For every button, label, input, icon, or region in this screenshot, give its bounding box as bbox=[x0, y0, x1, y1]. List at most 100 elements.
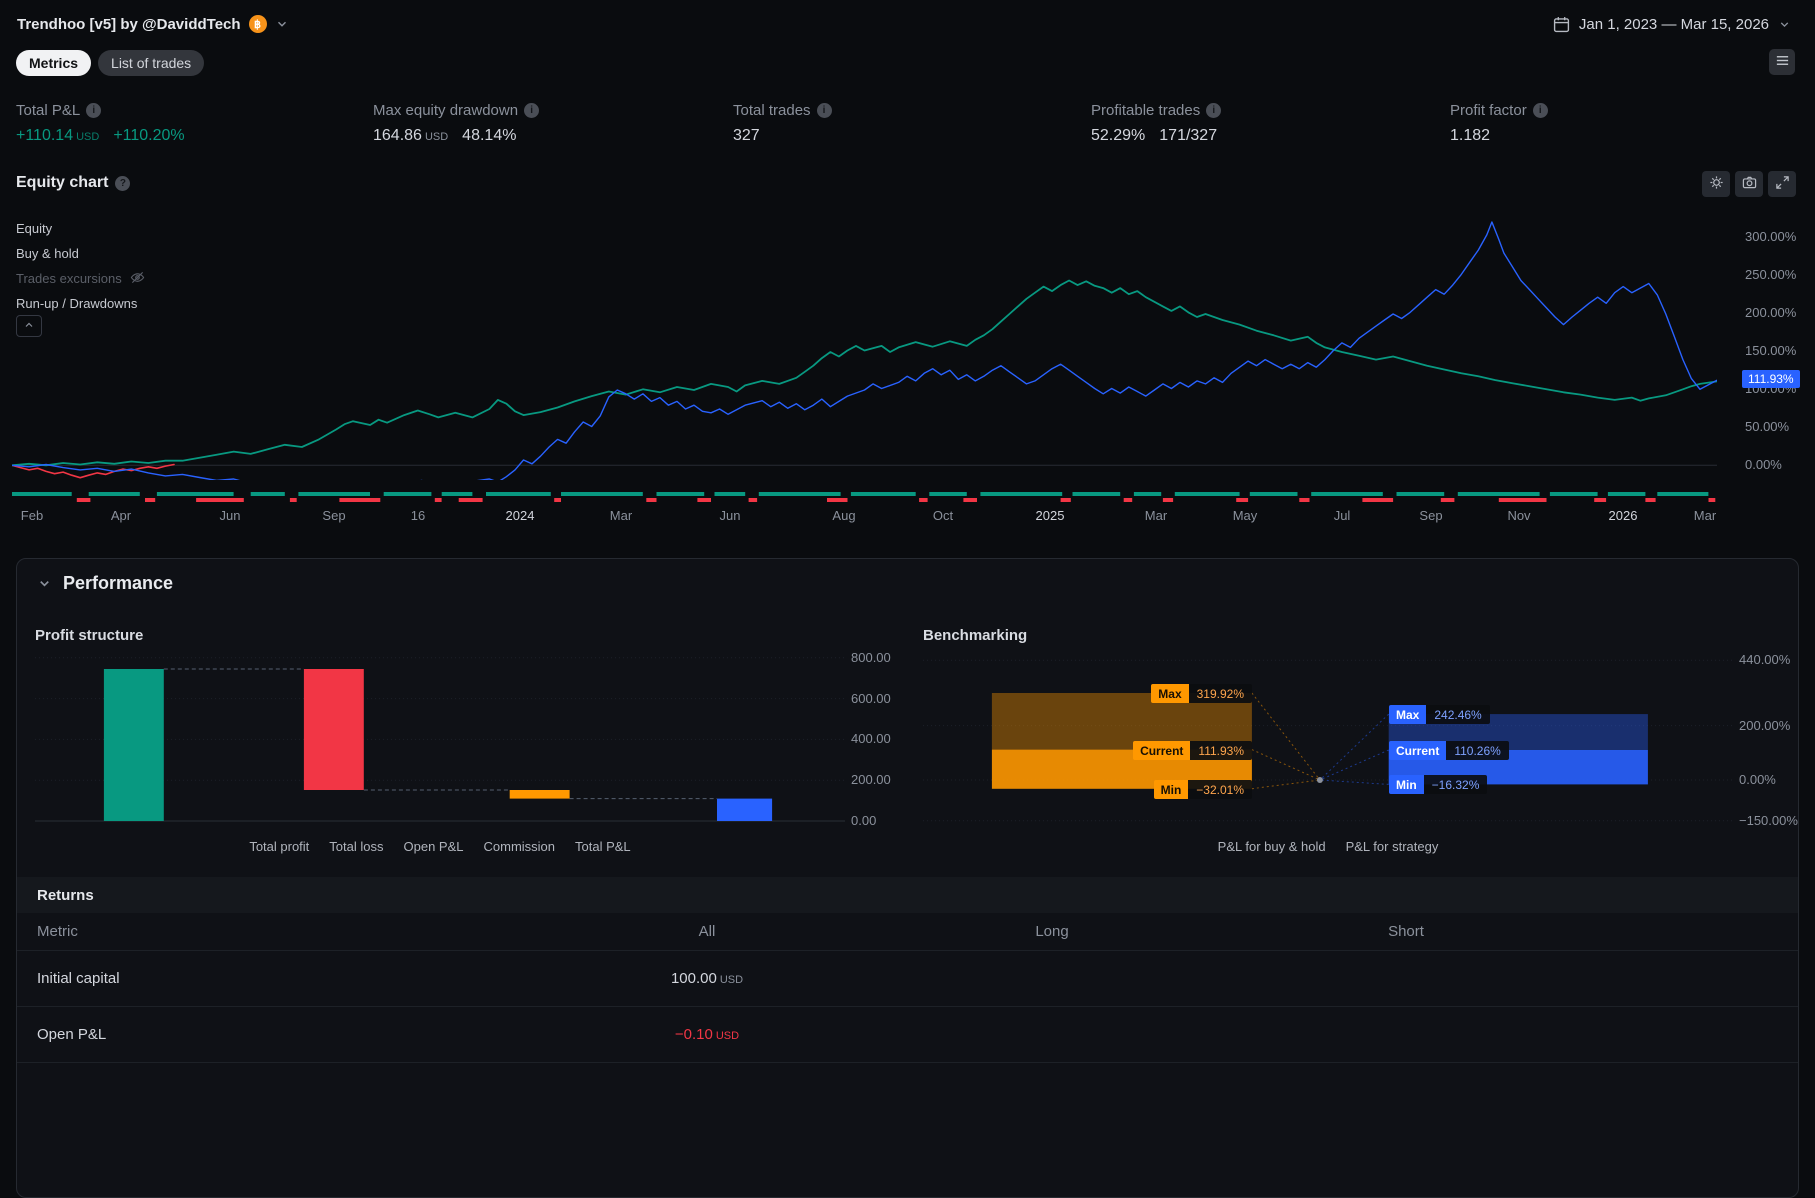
y-axis-tick: 600.00 bbox=[851, 691, 891, 706]
range-box-lower bbox=[991, 749, 1252, 789]
y-axis-tick: 150.00% bbox=[1745, 343, 1797, 358]
profit-structure-canvas bbox=[35, 657, 845, 822]
drawdown-bar bbox=[1498, 498, 1547, 502]
drawdown-bar bbox=[289, 498, 297, 502]
equity-y-axis: 300.00% 250.00% 200.00% 150.00% 100.00% 50.00… bbox=[1745, 170, 1811, 560]
help-icon[interactable]: ? bbox=[115, 175, 131, 191]
y-axis-tick: 200.00% bbox=[1745, 305, 1797, 320]
performance-header[interactable]: Performance bbox=[37, 573, 173, 594]
legend-buy-and-hold[interactable]: Buy & hold bbox=[16, 241, 145, 266]
y-axis-tick: 0.00% bbox=[1739, 772, 1776, 787]
info-icon[interactable]: i bbox=[816, 103, 832, 118]
row-metric-name: Initial capital bbox=[37, 970, 120, 987]
y-axis-tick: 440.00% bbox=[1739, 652, 1791, 667]
x-axis-tick: 16 bbox=[410, 508, 426, 523]
table-row: Initial capital 100.00 USD bbox=[17, 951, 1798, 1007]
strategy-tester-page: Trendhoo [v5] by @DaviddTech ฿ Jan 1, 20… bbox=[0, 0, 1815, 1198]
runup-bar bbox=[1072, 492, 1121, 496]
x-axis-tick: Nov bbox=[1507, 508, 1531, 523]
converge-dot bbox=[1316, 777, 1323, 783]
legend-runup-drawdowns[interactable]: Run-up / Drawdowns bbox=[16, 291, 145, 316]
info-icon[interactable]: i bbox=[1206, 103, 1222, 118]
calendar-icon bbox=[1553, 16, 1570, 33]
info-icon[interactable]: i bbox=[86, 103, 102, 118]
x-axis-tick: Sep bbox=[322, 508, 346, 523]
x-axis-tick: 2025 bbox=[1035, 508, 1065, 523]
x-axis-tick: May bbox=[1232, 508, 1258, 523]
view-tabs: Metrics List of trades bbox=[16, 50, 205, 76]
projection-line bbox=[1251, 779, 1320, 790]
x-axis-tick: Mar bbox=[609, 508, 633, 523]
drawdown-bar bbox=[963, 498, 977, 502]
benchmarking-legend: P&L for buy & hold P&L for strategy bbox=[923, 839, 1733, 854]
benchmarking-canvas bbox=[923, 659, 1733, 822]
runup-bar bbox=[929, 492, 967, 496]
legend-trades-excursions[interactable]: Trades excursions bbox=[16, 266, 145, 291]
drawdown-bar bbox=[1440, 498, 1455, 502]
waterfall-bar bbox=[509, 790, 570, 799]
table-row: Open P&L −0.10 USD bbox=[17, 1007, 1798, 1063]
runup-bar bbox=[250, 492, 285, 496]
bitcoin-icon: ฿ bbox=[248, 15, 267, 33]
y-axis-tick: 400.00 bbox=[851, 731, 891, 746]
metric-unit: USD bbox=[424, 131, 449, 143]
equity-chart-canvas[interactable] bbox=[12, 215, 1717, 480]
column-metric: Metric bbox=[37, 923, 78, 940]
metric-value: 52.29% bbox=[1091, 127, 1146, 144]
column-short: Short bbox=[1388, 923, 1424, 940]
column-all: All bbox=[698, 923, 716, 940]
x-axis-tick: Apr bbox=[110, 508, 132, 523]
drawdown-bar bbox=[76, 498, 91, 502]
performance-panel: Performance Profit structure 800.00 600.0… bbox=[16, 558, 1799, 1198]
drawdown-bar bbox=[145, 498, 156, 502]
runup-bar bbox=[12, 492, 72, 496]
x-axis-tick: 2026 bbox=[1608, 508, 1638, 523]
info-icon[interactable]: i bbox=[1532, 103, 1548, 118]
y-axis-tick: 50.00% bbox=[1745, 419, 1790, 434]
strategy-selector[interactable]: Trendhoo [v5] by @DaviddTech ฿ bbox=[17, 15, 289, 33]
metric-extra: 171/327 bbox=[1159, 127, 1218, 144]
drawdown-bar bbox=[196, 498, 244, 502]
drawdown-bar bbox=[1236, 498, 1249, 502]
chevron-down-icon[interactable] bbox=[275, 17, 289, 31]
equity-chart-section: Equity chart ? Equity Buy & hold Trades … bbox=[0, 170, 1815, 560]
legend-item: Total profit bbox=[249, 839, 310, 854]
legend-item: Total P&L bbox=[575, 839, 631, 854]
row-metric-name: Open P&L bbox=[37, 1026, 107, 1043]
metric-total-pnl: Total P&L i +110.14 USD +110.20% bbox=[16, 102, 185, 145]
returns-header: Returns bbox=[17, 877, 1798, 913]
drawdown-bar bbox=[827, 498, 848, 502]
info-icon[interactable]: i bbox=[524, 103, 540, 118]
metric-profit-factor: Profit factor i 1.182 bbox=[1450, 102, 1548, 145]
metric-total-trades: Total trades i 327 bbox=[733, 102, 832, 145]
metric-label: Total trades bbox=[733, 102, 811, 119]
tab-list-of-trades[interactable]: List of trades bbox=[98, 50, 205, 76]
legend-equity[interactable]: Equity bbox=[16, 216, 145, 241]
y-axis-tick: 250.00% bbox=[1745, 267, 1797, 282]
projection-line bbox=[1251, 749, 1321, 781]
legend-item: P&L for strategy bbox=[1345, 839, 1439, 854]
y-axis-tick: 800.00 bbox=[851, 650, 891, 665]
benchmarking-chart: Benchmarking Max 319.92% Current 111.93% Min… bbox=[923, 615, 1815, 865]
date-range-picker[interactable]: Jan 1, 2023 — Mar 15, 2026 bbox=[1553, 16, 1791, 33]
y-axis-tick: 200.00% bbox=[1739, 718, 1791, 733]
range-box-lower bbox=[1388, 750, 1648, 785]
drawdown-bar bbox=[697, 498, 711, 502]
y-axis-tick: 300.00% bbox=[1745, 229, 1797, 244]
x-axis-tick: Jun bbox=[219, 508, 241, 523]
layout-options-button[interactable] bbox=[1769, 49, 1795, 75]
topbar: Trendhoo [v5] by @DaviddTech ฿ Jan 1, 20… bbox=[0, 0, 1815, 48]
runup-bar bbox=[486, 492, 551, 496]
strategy-title[interactable]: Trendhoo [v5] by @DaviddTech bbox=[17, 16, 241, 33]
runup-bar bbox=[758, 492, 841, 496]
returns-section: Returns Metric All Long Short Initial ca… bbox=[17, 877, 1798, 1063]
settings-button[interactable] bbox=[1702, 171, 1730, 197]
runup-bar bbox=[1133, 492, 1162, 496]
metric-value: 164.86 bbox=[373, 127, 422, 144]
x-axis-tick: Mar bbox=[1693, 508, 1717, 523]
collapse-legend-button[interactable] bbox=[16, 315, 42, 337]
profit-structure-title: Profit structure bbox=[35, 627, 144, 644]
tab-metrics[interactable]: Metrics bbox=[16, 50, 92, 76]
equity-x-axis: Feb Apr Jun Sep 16 2024 Mar Jun Aug Oct 2025 Mar May… bbox=[0, 508, 1815, 528]
metric-value: 327 bbox=[733, 127, 760, 144]
